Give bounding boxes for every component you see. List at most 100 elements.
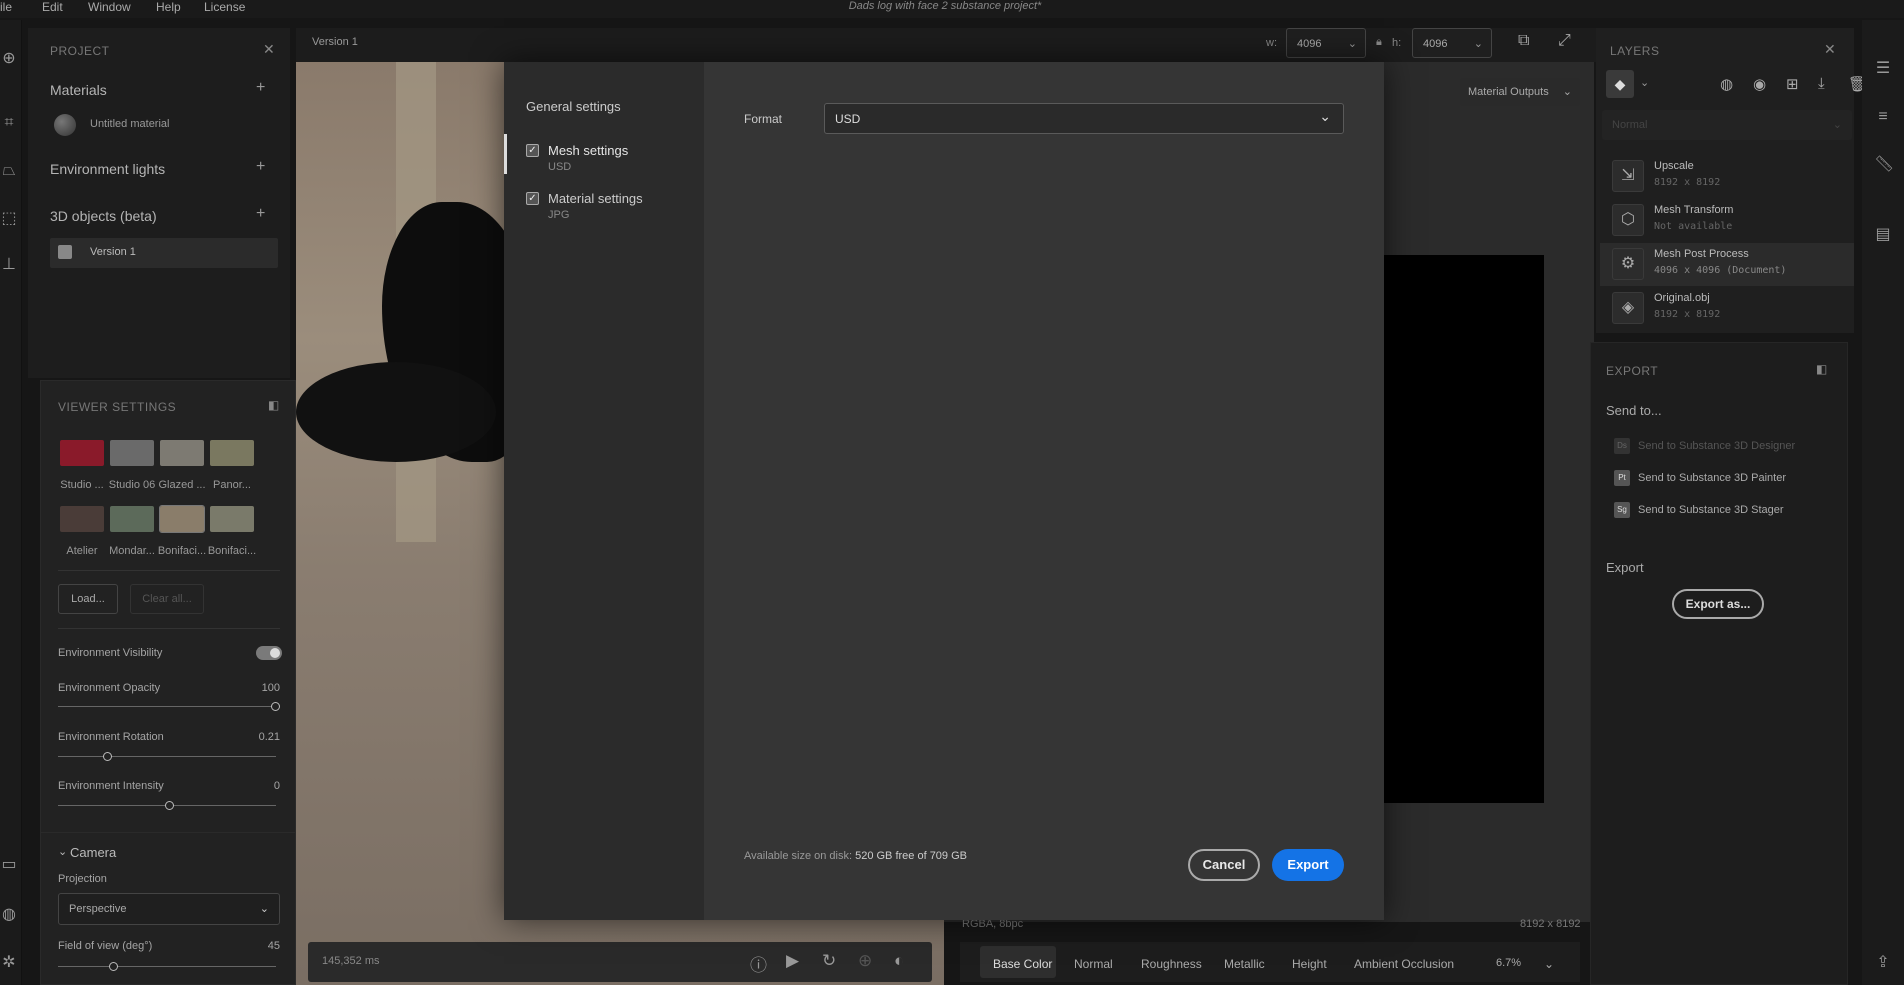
env-thumb-4[interactable] <box>210 440 254 466</box>
mesh-settings-label[interactable]: Mesh settings <box>548 143 628 158</box>
texture-preview <box>1380 255 1544 803</box>
disk-space-info: Available size on disk: 520 GB free of 7… <box>744 850 967 862</box>
collapse-panel-icon[interactable]: ◧ <box>1816 362 1827 376</box>
tab-normal[interactable]: Normal <box>1074 957 1113 971</box>
disk-space-value: 520 GB free of 709 GB <box>855 850 967 862</box>
lock-icon[interactable]: 🔒︎ <box>1376 36 1382 49</box>
send-to-painter[interactable]: Send to Substance 3D Painter <box>1638 472 1786 484</box>
env-opacity-slider[interactable] <box>58 706 276 707</box>
resize-icon[interactable]: ⧉ <box>1518 32 1529 50</box>
fov-slider[interactable] <box>58 966 276 967</box>
load-button[interactable]: Load... <box>58 584 118 614</box>
collapse-panel-icon[interactable]: ◧ <box>268 398 279 412</box>
import-icon[interactable]: ⤓ <box>1818 75 1825 92</box>
material-settings-label[interactable]: Material settings <box>548 191 643 206</box>
env-rotation-value: 0.21 <box>258 731 280 743</box>
cancel-button[interactable]: Cancel <box>1188 849 1260 881</box>
env-rotation-handle[interactable] <box>103 752 112 761</box>
camera-chevron-icon[interactable]: ⌄ <box>58 845 67 858</box>
properties-icon[interactable]: ▤ <box>1874 226 1892 244</box>
crop-icon[interactable]: ⌗ <box>0 114 18 132</box>
export-button[interactable]: Export <box>1272 849 1344 881</box>
env-visibility-toggle[interactable] <box>256 646 282 660</box>
env-thumb-8[interactable] <box>210 506 254 532</box>
send-to-stager[interactable]: Send to Substance 3D Stager <box>1638 504 1784 516</box>
layer-row-upscale[interactable]: ⇲ Upscale 8192 x 8192 <box>1600 155 1854 198</box>
env-rotation-slider[interactable] <box>58 756 276 757</box>
zoom-level[interactable]: 6.7% <box>1496 957 1521 969</box>
tab-ambient-occlusion[interactable]: Ambient Occlusion <box>1354 957 1454 971</box>
add-icon[interactable]: ⊕ <box>0 50 18 68</box>
projection-select[interactable]: Perspective ⌄ <box>58 893 280 925</box>
adjustments-icon[interactable]: ≡ <box>1874 108 1892 126</box>
fullscreen-icon[interactable]: ⤢ <box>1558 32 1571 50</box>
3d-object-base <box>296 362 496 462</box>
env-thumb-5[interactable] <box>60 506 104 532</box>
object-item-row[interactable]: Version 1 <box>50 238 278 268</box>
rotate-icon[interactable]: ↻ <box>822 951 836 971</box>
divider <box>58 570 280 571</box>
tab-roughness[interactable]: Roughness <box>1141 957 1202 971</box>
material-settings-checkbox[interactable]: ✓ <box>526 192 539 205</box>
add-object-plus-icon[interactable]: + <box>256 205 265 223</box>
clear-all-button[interactable]: Clear all... <box>130 584 204 614</box>
camera-icon[interactable]: ▶ <box>786 951 799 971</box>
width-select[interactable]: 4096 ⌄ <box>1286 28 1366 58</box>
layer-row-original-obj[interactable]: ◈ Original.obj 8192 x 8192 <box>1600 287 1854 330</box>
viewer-settings-icon[interactable]: ▭ <box>0 856 18 874</box>
tab-height[interactable]: Height <box>1292 957 1327 971</box>
fill-icon[interactable]: ◉ <box>1753 75 1766 93</box>
env-thumb-2[interactable] <box>110 440 154 466</box>
fov-handle[interactable] <box>109 962 118 971</box>
height-select[interactable]: 4096 ⌄ <box>1412 28 1492 58</box>
material-item[interactable]: Untitled material <box>90 118 169 130</box>
perspective-icon[interactable]: ⏢ <box>0 162 18 180</box>
share-icon[interactable]: ⇪ <box>1874 954 1892 972</box>
width-value: 4096 <box>1297 38 1322 50</box>
ruler-icon[interactable]: 📏︎ <box>1874 156 1894 174</box>
add-environment-plus-icon[interactable]: + <box>256 158 265 176</box>
layer-size: 8192 x 8192 <box>1654 309 1721 320</box>
info-icon[interactable]: ⓘ <box>750 951 767 976</box>
tab-metallic[interactable]: Metallic <box>1224 957 1265 971</box>
close-icon[interactable]: ✕ <box>1824 41 1836 58</box>
compare-icon[interactable]: ◆ <box>1606 70 1634 98</box>
sphere-icon[interactable]: ◐ <box>894 951 904 971</box>
layer-size: 4096 x 4096 (Document) <box>1654 265 1787 276</box>
send-to-title: Send to... <box>1606 403 1662 418</box>
close-icon[interactable]: ✕ <box>263 41 275 58</box>
env-thumb-3[interactable] <box>160 440 204 466</box>
chevron-down-icon: ⌄ <box>1562 86 1572 98</box>
mesh-settings-checkbox[interactable]: ✓ <box>526 144 539 157</box>
camera-section-title[interactable]: Camera <box>70 845 116 860</box>
selection-icon[interactable]: ⬚ <box>0 210 18 228</box>
env-thumb-7-selected[interactable] <box>159 505 205 533</box>
env-thumb-1[interactable] <box>60 440 104 466</box>
format-select[interactable]: USD ⌄ <box>824 103 1344 134</box>
chevron-down-icon[interactable]: ⌄ <box>1640 76 1649 89</box>
layer-row-mesh-transform[interactable]: ⬡ Mesh Transform Not available <box>1600 199 1854 242</box>
blend-mode-select[interactable]: Normal ⌄ <box>1602 110 1852 140</box>
stamp-icon[interactable]: ⊥ <box>0 256 18 274</box>
blend-mode-value: Normal <box>1612 119 1648 131</box>
layer-name: Upscale <box>1654 160 1694 172</box>
tab-base-color[interactable]: Base Color <box>993 957 1052 971</box>
layer-row-mesh-post-process[interactable]: ⚙ Mesh Post Process 4096 x 4096 (Documen… <box>1600 243 1854 286</box>
mask-icon[interactable]: ◍ <box>1720 75 1733 93</box>
env-opacity-handle[interactable] <box>271 702 280 711</box>
env-thumb-6[interactable] <box>110 506 154 532</box>
env-thumb-label: Mondar... <box>109 545 155 557</box>
sliders-icon[interactable]: ☰ <box>1874 60 1892 78</box>
network-icon[interactable]: ✲ <box>0 954 18 972</box>
export-as-button[interactable]: Export as... <box>1672 589 1764 619</box>
env-intensity-handle[interactable] <box>165 801 174 810</box>
general-settings-link[interactable]: General settings <box>526 99 621 114</box>
layer-add-icon[interactable]: ⊞ <box>1786 75 1799 93</box>
send-to-designer[interactable]: Send to Substance 3D Designer <box>1638 440 1795 452</box>
pan-icon[interactable]: ⊕ <box>858 951 872 971</box>
render-icon[interactable]: ◍ <box>0 906 18 924</box>
add-material-plus-icon[interactable]: + <box>256 79 265 97</box>
chevron-down-icon[interactable]: ⌄ <box>1544 957 1554 971</box>
layer-name: Original.obj <box>1654 292 1710 304</box>
material-outputs-dropdown[interactable]: Material Outputs ⌄ <box>1460 78 1580 106</box>
